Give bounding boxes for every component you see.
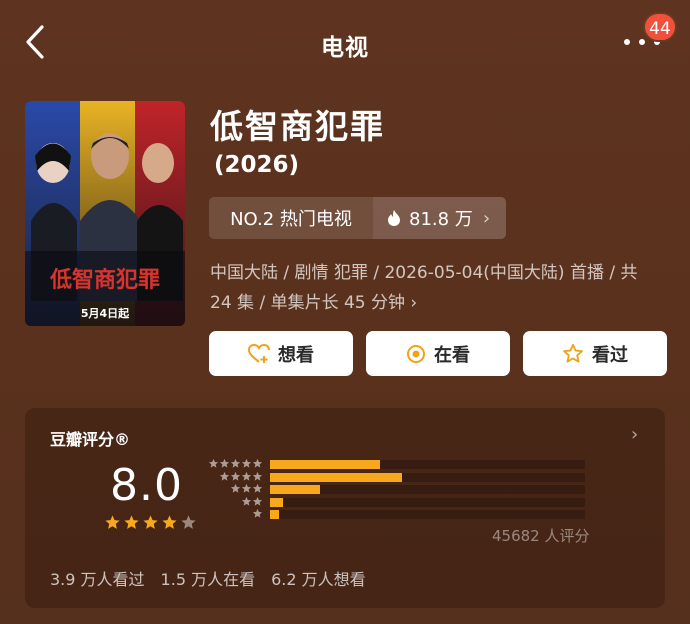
rating-card[interactable]: 豆瓣评分® › 8.0 45682 人评分 3.9 万人看过 1.5 万人在看 … [25, 408, 665, 608]
rating-bar-row [207, 508, 587, 521]
star-filled-icon [162, 515, 177, 529]
want-to-watch-button[interactable]: 想看 [209, 331, 353, 376]
rating-stars [104, 514, 197, 531]
star-small-icon [230, 458, 241, 468]
watched-button[interactable]: 看过 [523, 331, 667, 376]
star-small-icon [252, 496, 263, 506]
want-to-watch-label: 想看 [278, 344, 314, 366]
watched-count: 3.9 万人看过 [50, 570, 145, 589]
watching-label: 在看 [434, 344, 470, 366]
chevron-right-icon: › [631, 424, 639, 445]
rating-bar-stars [219, 471, 263, 482]
star-small-icon [219, 471, 230, 481]
meta-line-2: 24 集 / 单集片长 45 分钟 › [210, 288, 660, 318]
star-small-icon [230, 483, 241, 493]
rating-bar-fill [270, 460, 381, 469]
want-count: 6.2 万人想看 [271, 570, 366, 589]
action-buttons: 想看 在看 看过 [209, 331, 667, 376]
rating-bar-stars [230, 483, 263, 494]
star-small-icon [252, 508, 263, 518]
show-title: 低智商犯罪 [210, 107, 385, 146]
heart-plus-icon [248, 343, 270, 363]
rating-bar-row [207, 471, 587, 484]
heat-value: 81.8 万 [409, 209, 473, 230]
star-small-icon [230, 471, 241, 481]
rating-count: 45682 人评分 [492, 527, 590, 545]
rating-bar-track [270, 472, 585, 482]
meta-line-1: 中国大陆 / 剧情 犯罪 / 2026-05-04(中国大陆) 首播 / 共 [210, 263, 638, 283]
poster-date-text: 5月4日起 [81, 306, 130, 320]
star-small-icon [219, 458, 230, 468]
rating-bar-stars [241, 496, 263, 507]
rating-bar-fill [270, 510, 280, 519]
star-small-icon [241, 496, 252, 506]
flame-icon [388, 210, 400, 226]
chevron-right-icon: › [410, 293, 418, 313]
watching-count: 1.5 万人在看 [160, 570, 256, 589]
rating-bar-stars [208, 458, 263, 469]
star-filled-icon [105, 515, 120, 529]
rank-box[interactable]: NO.2 热门电视 81.8 万 › [209, 197, 506, 239]
more-dots-icon [624, 39, 630, 45]
rating-bar-row [207, 458, 587, 471]
watching-circle-icon [407, 344, 425, 363]
rating-bar-fill [270, 497, 283, 507]
watching-button[interactable]: 在看 [366, 331, 510, 376]
rating-bar-row [207, 483, 587, 496]
notification-badge: 44 [643, 12, 677, 42]
rank-label: NO.2 热门电视 [230, 209, 352, 230]
show-year: (2026) [214, 152, 300, 178]
star-outline-icon [563, 343, 583, 363]
star-small-icon [208, 458, 219, 468]
star-small-icon [252, 458, 263, 468]
star-empty-icon [181, 515, 196, 529]
rating-score: 8.0 [110, 460, 183, 511]
poster-image[interactable]: 低智商犯罪 5月4日起 [25, 101, 185, 326]
watch-stats: 3.9 万人看过 1.5 万人在看 6.2 万人想看 [50, 566, 366, 590]
star-small-icon [241, 483, 252, 493]
star-small-icon [241, 458, 252, 468]
meta-line-2-text: 24 集 / 单集片长 45 分钟 [210, 293, 406, 313]
more-dot [639, 39, 645, 45]
rating-bar-stars [252, 508, 263, 519]
star-filled-icon [143, 515, 158, 529]
show-meta[interactable]: 中国大陆 / 剧情 犯罪 / 2026-05-04(中国大陆) 首播 / 共 2… [210, 258, 660, 318]
heat-indicator: 81.8 万 › [373, 197, 506, 239]
rating-bar-fill [270, 485, 321, 494]
star-small-icon [252, 471, 263, 481]
star-small-icon [241, 471, 252, 481]
star-filled-icon [124, 515, 139, 529]
rating-title: 豆瓣评分® [50, 430, 131, 449]
rating-bar-track [270, 485, 585, 494]
rating-bar-fill [270, 472, 403, 482]
poster-title-text: 低智商犯罪 [49, 267, 160, 293]
rating-bar-row [207, 496, 587, 509]
star-small-icon [252, 483, 263, 493]
rating-bar-track [270, 510, 585, 519]
chevron-right-icon: › [482, 207, 491, 229]
rating-bar-track [270, 460, 585, 469]
page-title: 电视 [321, 35, 369, 61]
watched-label: 看过 [592, 344, 628, 366]
rating-bar-track [270, 497, 585, 507]
top-bar: 电视 44 [0, 0, 690, 86]
